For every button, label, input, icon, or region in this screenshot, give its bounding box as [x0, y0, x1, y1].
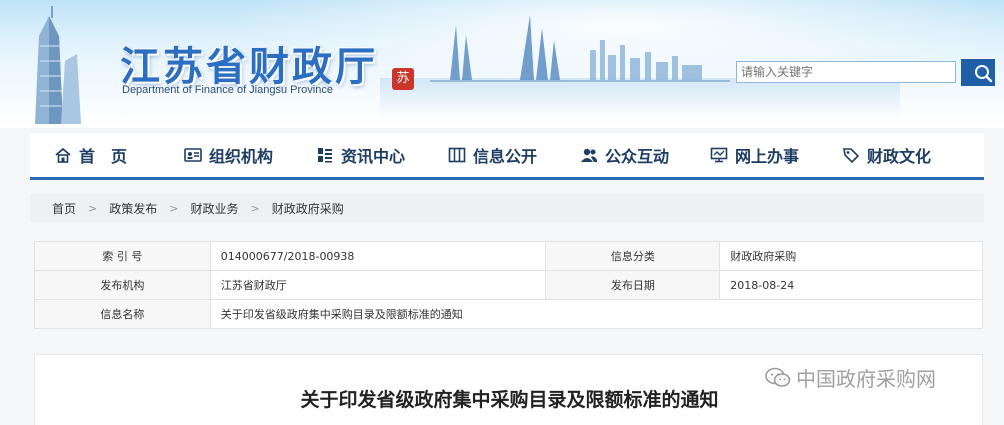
breadcrumb-item-policy[interactable]: 政策发布	[109, 200, 157, 217]
info-name-label: 信息名称	[34, 299, 211, 329]
nav-item-label: 公众互动	[605, 147, 670, 166]
site-logo-subtitle: Department of Finance of Jiangsu Provinc…	[122, 84, 333, 96]
table-row: 信息名称 关于印发省级政府集中采购目录及限额标准的通知	[34, 299, 984, 329]
id-card-icon	[184, 148, 202, 162]
publisher-value: 江苏省财政厅	[209, 270, 547, 300]
table-row: 索 引 号 014000677/2018-00938 信息分类 财政政府采购	[34, 241, 983, 271]
breadcrumb-item-procurement[interactable]: 财政政府采购	[272, 200, 344, 217]
nav-item-label: 首 页	[79, 147, 128, 166]
index-number-label: 索 引 号	[34, 241, 211, 271]
category-label: 信息分类	[545, 241, 721, 271]
nav-item-label: 信息公开	[473, 147, 538, 166]
tag-icon	[843, 148, 860, 164]
monitor-icon	[710, 147, 728, 163]
watermark-text: 中国政府采购网	[796, 367, 936, 391]
index-number-value: 014000677/2018-00938	[209, 241, 547, 271]
main-nav: 首 页 组织机构 资讯中心 信息公开 公众互动 网上办事 财政文化	[30, 133, 984, 180]
chevron-right-icon: >	[88, 201, 98, 215]
nav-item-label: 组织机构	[209, 147, 274, 166]
nav-item-disclosure[interactable]: 信息公开	[448, 142, 537, 168]
breadcrumb: 首页 > 政策发布 > 财政业务 > 财政政府采购	[30, 194, 984, 222]
home-icon	[55, 147, 71, 163]
site-header: 江苏省财政厅 Department of Finance of Jiangsu …	[0, 0, 1004, 128]
nav-item-home[interactable]: 首 页	[54, 142, 127, 168]
document-meta-table: 索 引 号 014000677/2018-00938 信息分类 财政政府采购 发…	[34, 241, 984, 329]
search-button[interactable]	[961, 59, 995, 86]
nav-item-online-services[interactable]: 网上办事	[710, 142, 799, 168]
nav-item-news[interactable]: 资讯中心	[316, 142, 405, 168]
nav-item-label: 资讯中心	[341, 147, 406, 166]
search-icon	[975, 65, 993, 83]
breadcrumb-item-home[interactable]: 首页	[52, 200, 76, 217]
chevron-right-icon: >	[250, 201, 260, 215]
breadcrumb-item-business[interactable]: 财政业务	[190, 200, 238, 217]
search-input[interactable]	[736, 61, 956, 83]
nav-item-culture[interactable]: 财政文化	[842, 142, 931, 168]
wechat-icon	[765, 367, 791, 387]
chevron-right-icon: >	[169, 201, 179, 215]
nav-item-label: 财政文化	[867, 147, 932, 166]
seal-stamp: 苏	[392, 68, 414, 90]
info-name-value: 关于印发省级政府集中采购目录及限额标准的通知	[209, 299, 984, 329]
publisher-label: 发布机构	[34, 270, 211, 300]
users-icon	[581, 148, 597, 162]
table-row: 发布机构 江苏省财政厅 发布日期 2018-08-24	[34, 270, 983, 300]
sailboat-skyline-illustration	[430, 15, 730, 82]
category-value: 财政政府采购	[719, 241, 983, 271]
columns-icon	[448, 147, 466, 163]
building-illustration	[35, 6, 81, 124]
nav-item-label: 网上办事	[735, 147, 800, 166]
publish-date-label: 发布日期	[545, 270, 721, 300]
list-icon	[318, 148, 332, 163]
nav-item-interaction[interactable]: 公众互动	[580, 142, 669, 168]
watermark: 中国政府采购网	[765, 363, 936, 392]
nav-item-organization[interactable]: 组织机构	[184, 142, 273, 168]
publish-date-value: 2018-08-24	[719, 270, 983, 300]
